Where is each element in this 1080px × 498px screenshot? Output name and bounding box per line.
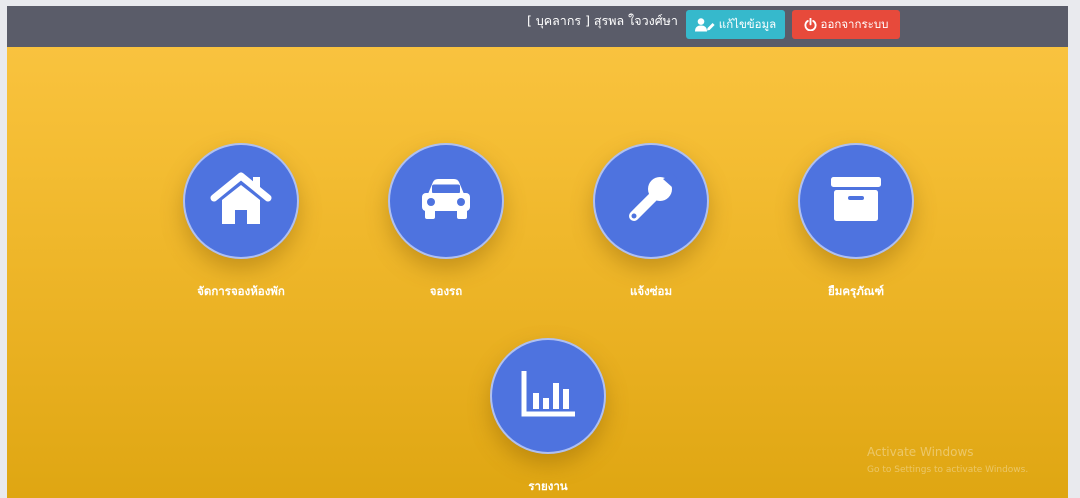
watermark-title: Activate Windows: [867, 445, 974, 459]
top-navbar: [ บุคลากร ] สุรพล ใจวงศ์ษา แก้ไขข้อมูล อ…: [7, 6, 1068, 47]
menu-label: แจ้งซ่อม: [629, 284, 673, 298]
user-label: [ บุคลากร ] สุรพล ใจวงศ์ษา: [527, 13, 678, 28]
menu-circle[interactable]: [388, 143, 504, 259]
bar-chart-icon: [521, 370, 576, 421]
logout-button[interactable]: ออกจากระบบ: [792, 10, 900, 39]
menu-circle[interactable]: [798, 143, 914, 259]
menu-circle[interactable]: [183, 143, 299, 259]
menu-label: ยืมครุภัณฑ์: [828, 284, 884, 298]
wrench-icon: [623, 171, 679, 231]
edit-profile-button[interactable]: แก้ไขข้อมูล: [686, 10, 785, 39]
archive-box-icon: [830, 176, 882, 226]
user-edit-icon: [694, 17, 715, 32]
home-icon: [210, 172, 272, 230]
menu-label: จองรถ: [429, 284, 463, 298]
car-icon: [418, 176, 474, 226]
logout-label: ออกจากระบบ: [820, 16, 889, 31]
page: [ บุคลากร ] สุรพล ใจวงศ์ษา แก้ไขข้อมูล อ…: [7, 6, 1068, 498]
menu-circle[interactable]: [490, 338, 606, 454]
activate-windows-watermark: Activate Windows Go to Settings to activ…: [867, 443, 1028, 479]
watermark-subtitle: Go to Settings to activate Windows.: [867, 465, 1029, 475]
menu-circle[interactable]: [593, 143, 709, 259]
menu-label: รายงาน: [528, 479, 568, 493]
power-icon: [804, 18, 817, 31]
menu-label: จัดการจองห้องพัก: [197, 284, 285, 298]
edit-profile-label: แก้ไขข้อมูล: [718, 16, 777, 31]
